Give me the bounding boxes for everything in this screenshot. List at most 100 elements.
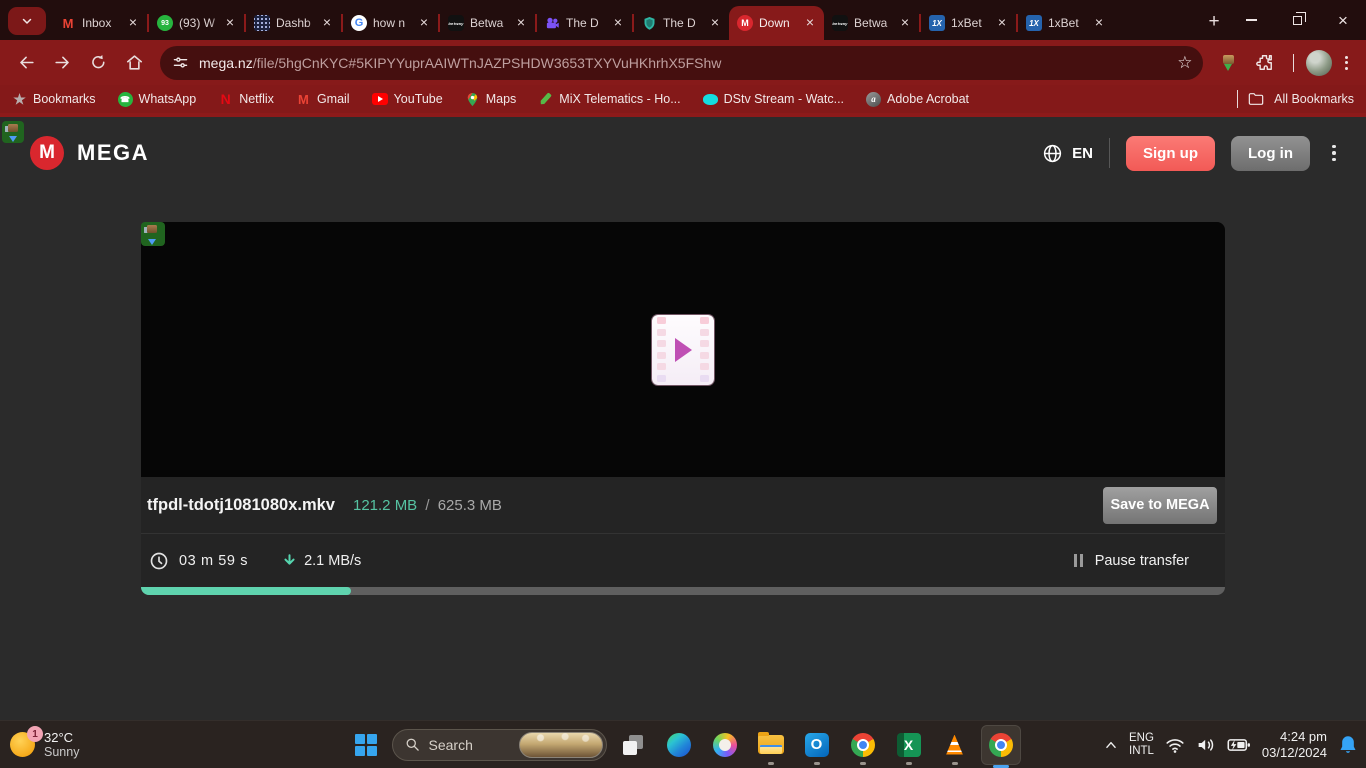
windows-start-icon xyxy=(355,734,377,756)
save-to-mega-button[interactable]: Save to MEGA xyxy=(1103,487,1217,524)
start-button[interactable] xyxy=(346,722,386,768)
tab-close-icon[interactable]: × xyxy=(707,15,723,31)
taskbar-app-outlook[interactable]: O xyxy=(797,722,837,768)
close-button[interactable]: × xyxy=(1320,0,1366,40)
language-selector[interactable]: EN xyxy=(1042,143,1093,164)
forward-button[interactable] xyxy=(46,47,78,79)
tab-title: The D xyxy=(566,16,610,30)
browser-tab[interactable]: 1X1xBet× xyxy=(1018,6,1113,40)
taskbar-app-edge[interactable] xyxy=(659,722,699,768)
bookmark-item[interactable]: ☎WhatsApp xyxy=(118,92,197,107)
play-button[interactable] xyxy=(652,315,714,385)
minimize-button[interactable] xyxy=(1228,0,1274,40)
mega-menu-button[interactable] xyxy=(1332,145,1336,162)
restore-button[interactable] xyxy=(1274,0,1320,40)
play-icon xyxy=(675,338,692,362)
edge-icon xyxy=(667,733,691,757)
language-label: EN xyxy=(1072,145,1093,162)
taskbar-app-excel[interactable]: X xyxy=(889,722,929,768)
bookmark-item[interactable]: DStv Stream - Watc... xyxy=(703,92,844,107)
clock-time: 4:24 pm xyxy=(1262,729,1327,745)
tab-close-icon[interactable]: × xyxy=(416,15,432,31)
tab-overflow-chevron-icon[interactable] xyxy=(8,7,46,35)
toolbar-separator xyxy=(1293,54,1295,72)
mega-logo[interactable]: M MEGA xyxy=(30,136,149,170)
weather-widget[interactable]: 1 32°C Sunny xyxy=(10,730,79,760)
browser-tab[interactable]: betwayBetwa× xyxy=(440,6,535,40)
header-separator xyxy=(1109,138,1110,168)
notification-bell-icon[interactable] xyxy=(1338,734,1358,756)
tray-chevron-icon[interactable] xyxy=(1104,739,1118,751)
site-info-icon[interactable] xyxy=(172,54,189,71)
bookmark-label: DStv Stream - Watc... xyxy=(724,92,844,106)
url-text: mega.nz/file/5hgCnKYC#5KIPYYuprAAIWTnJAZ… xyxy=(199,55,1169,71)
browser-titlebar: MInbox×93(93) W×Dashb×Ghow n×betwayBetwa… xyxy=(0,0,1366,40)
taskbar-clock[interactable]: 4:24 pm 03/12/2024 xyxy=(1262,729,1327,760)
bookmark-star-icon[interactable]: ☆ xyxy=(1177,53,1192,73)
browser-tab-active[interactable]: MDown× xyxy=(729,6,824,40)
signup-button[interactable]: Sign up xyxy=(1126,136,1215,171)
browser-tab[interactable]: The D× xyxy=(537,6,632,40)
home-button[interactable] xyxy=(118,47,150,79)
tab-close-icon[interactable]: × xyxy=(897,15,913,31)
bookmark-item[interactable]: MGmail xyxy=(296,92,350,107)
idm-extension-icon xyxy=(1220,54,1237,71)
language-indicator[interactable]: ENGINTL xyxy=(1129,732,1154,758)
browser-tab[interactable]: Ghow n× xyxy=(343,6,438,40)
taskbar-app-chrome[interactable] xyxy=(843,722,883,768)
copilot-icon xyxy=(713,733,737,757)
new-tab-button[interactable]: + xyxy=(1200,8,1228,36)
back-button[interactable] xyxy=(10,47,42,79)
bookmark-item[interactable]: NNetflix xyxy=(218,92,274,107)
battery-charging-icon[interactable] xyxy=(1227,736,1251,754)
browser-tab[interactable]: MInbox× xyxy=(52,6,147,40)
mega-brand-text: MEGA xyxy=(77,140,149,166)
address-bar[interactable]: mega.nz/file/5hgCnKYC#5KIPYYuprAAIWTnJAZ… xyxy=(160,46,1203,80)
tab-close-icon[interactable]: × xyxy=(222,15,238,31)
browser-tab[interactable]: The D× xyxy=(634,6,729,40)
all-bookmarks[interactable]: All Bookmarks xyxy=(1237,90,1354,108)
browser-tab[interactable]: betwayBetwa× xyxy=(824,6,919,40)
video-preview[interactable] xyxy=(141,222,1225,477)
taskbar-app-vlc[interactable] xyxy=(935,722,975,768)
taskbar-app-chrome-active[interactable] xyxy=(981,725,1021,765)
idm-download-widget-icon[interactable] xyxy=(2,121,24,143)
tab-close-icon[interactable]: × xyxy=(994,15,1010,31)
bookmark-label: Netflix xyxy=(239,92,274,106)
tab-close-icon[interactable]: × xyxy=(610,15,626,31)
browser-tab[interactable]: 93(93) W× xyxy=(149,6,244,40)
weather-temp: 32°C xyxy=(44,730,79,745)
search-daily-image[interactable] xyxy=(519,732,603,758)
weather-badge: 1 xyxy=(27,726,43,742)
tab-strip: MInbox×93(93) W×Dashb×Ghow n×betwayBetwa… xyxy=(52,0,1192,40)
extensions-button[interactable] xyxy=(1249,47,1281,79)
pause-transfer-button[interactable]: Pause transfer xyxy=(1074,553,1189,569)
minimize-icon xyxy=(1246,19,1257,21)
browser-menu-button[interactable] xyxy=(1344,56,1348,70)
tab-close-icon[interactable]: × xyxy=(802,15,818,31)
bookmark-item[interactable]: Maps xyxy=(465,92,517,107)
volume-icon[interactable] xyxy=(1196,736,1216,754)
tab-close-icon[interactable]: × xyxy=(125,15,141,31)
login-button[interactable]: Log in xyxy=(1231,136,1310,171)
wifi-icon[interactable] xyxy=(1165,736,1185,754)
bookmark-item[interactable]: aAdobe Acrobat xyxy=(866,92,969,107)
taskbar-app-file-explorer[interactable] xyxy=(751,722,791,768)
tab-close-icon[interactable]: × xyxy=(513,15,529,31)
bookmark-item[interactable]: MiX Telematics - Ho... xyxy=(538,92,680,107)
bookmark-label: Bookmarks xyxy=(33,92,96,106)
taskbar-search[interactable]: Search xyxy=(392,729,607,761)
idm-download-widget-icon[interactable] xyxy=(141,222,165,246)
browser-tab[interactable]: Dashb× xyxy=(246,6,341,40)
profile-avatar[interactable] xyxy=(1306,50,1332,76)
idm-extension-button[interactable] xyxy=(1213,47,1245,79)
taskbar-app-task-view[interactable] xyxy=(613,722,653,768)
search-icon xyxy=(405,737,420,752)
tab-close-icon[interactable]: × xyxy=(1091,15,1107,31)
bookmark-item[interactable]: ★Bookmarks xyxy=(12,92,96,107)
browser-tab[interactable]: 1X1xBet× xyxy=(921,6,1016,40)
tab-close-icon[interactable]: × xyxy=(319,15,335,31)
reload-button[interactable] xyxy=(82,47,114,79)
bookmark-item[interactable]: YouTube xyxy=(372,92,443,106)
taskbar-app-copilot[interactable] xyxy=(705,722,745,768)
